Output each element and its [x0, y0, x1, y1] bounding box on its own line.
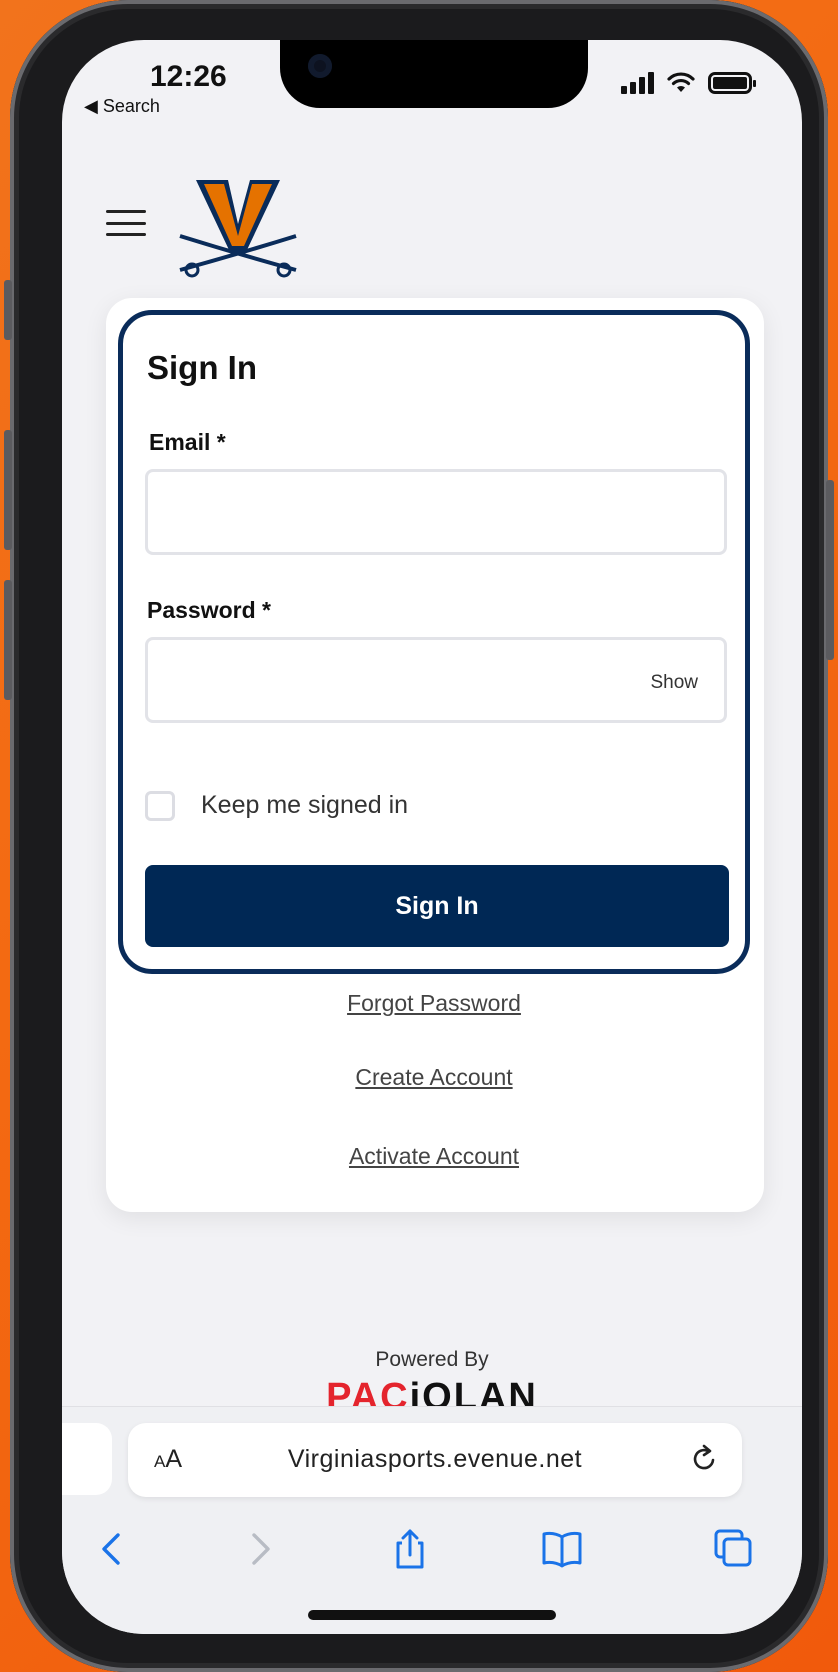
bookmarks-icon[interactable]	[540, 1527, 584, 1571]
brand-red-text: PAC	[326, 1376, 410, 1406]
front-camera	[308, 54, 332, 78]
notch	[280, 40, 588, 108]
cavaliers-v-sabres-logo[interactable]	[168, 174, 308, 284]
status-icons	[621, 72, 756, 94]
address-bar[interactable]: AA Virginiasports.evenue.net	[128, 1423, 742, 1497]
keep-signed-in-checkbox[interactable]	[145, 791, 175, 821]
browser-toolbar: AA Virginiasports.evenue.net	[62, 1406, 802, 1634]
browser-nav-row	[62, 1527, 802, 1587]
home-indicator[interactable]	[308, 1610, 556, 1620]
show-password-button[interactable]: Show	[650, 672, 698, 694]
create-account-link[interactable]: Create Account	[118, 1064, 750, 1091]
status-time: 12:26	[150, 60, 227, 93]
url-text: Virginiasports.evenue.net	[287, 1445, 583, 1473]
power-button	[826, 480, 834, 660]
battery-icon	[708, 72, 756, 94]
cellular-signal-icon	[621, 72, 654, 94]
phone-screen: 12:26 ◀ Search Sign In Email * Password …	[62, 40, 802, 1634]
password-field[interactable]: Show	[145, 637, 727, 723]
back-icon[interactable]	[90, 1527, 134, 1571]
paciolan-logo: PACiOLAN	[62, 1376, 802, 1406]
mute-switch	[4, 280, 12, 340]
site-header	[62, 130, 802, 300]
volume-down-button	[4, 580, 12, 700]
forgot-password-link[interactable]: Forgot Password	[118, 990, 750, 1017]
hamburger-icon[interactable]	[106, 210, 146, 236]
keep-signed-in-label[interactable]: Keep me signed in	[201, 791, 408, 820]
tabs-icon[interactable]	[712, 1527, 756, 1571]
sign-in-title: Sign In	[147, 349, 257, 386]
phone-frame: 12:26 ◀ Search Sign In Email * Password …	[4, 0, 834, 1672]
email-label: Email *	[149, 429, 226, 455]
volume-up-button	[4, 430, 12, 550]
powered-by-label: Powered By	[375, 1348, 489, 1371]
sign-in-form: Sign In Email * Password * Show Keep me …	[118, 310, 750, 974]
password-label: Password *	[147, 597, 271, 623]
email-field[interactable]	[145, 469, 727, 555]
activate-account-link[interactable]: Activate Account	[118, 1143, 750, 1170]
back-to-search-link[interactable]: ◀ Search	[84, 96, 160, 117]
reload-icon[interactable]	[686, 1441, 722, 1477]
wifi-icon	[667, 72, 695, 92]
sign-in-button[interactable]: Sign In	[145, 865, 729, 947]
previous-tab-preview[interactable]	[62, 1423, 112, 1495]
forward-icon[interactable]	[238, 1527, 282, 1571]
brand-dark-text: iOLAN	[409, 1376, 538, 1406]
share-icon[interactable]	[388, 1527, 432, 1571]
